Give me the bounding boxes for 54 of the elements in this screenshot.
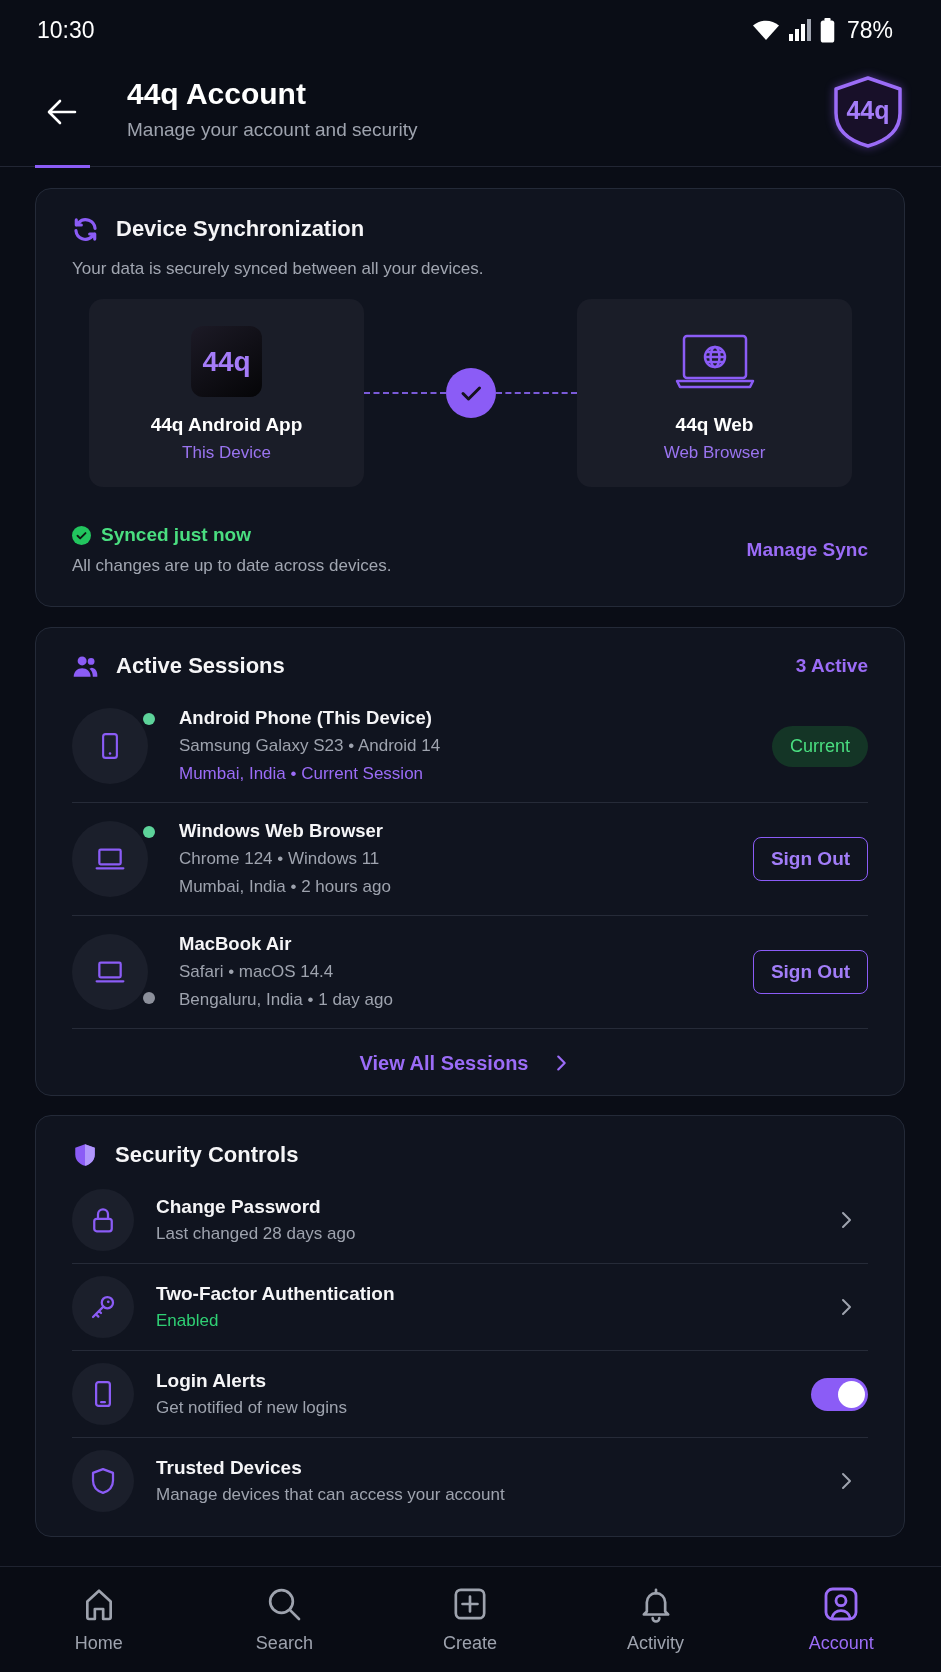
- card-title: Active Sessions: [116, 652, 285, 680]
- session-device: Safari • macOS 14.4: [179, 961, 335, 983]
- setting-detail: Manage devices that can access your account: [156, 1484, 505, 1506]
- setting-title: Login Alerts: [156, 1369, 268, 1393]
- laptop-globe-icon: [674, 333, 755, 390]
- sign-out-button[interactable]: Sign Out: [753, 837, 868, 881]
- page-title: 44q Account: [127, 76, 307, 112]
- nav-tab[interactable]: Account: [808, 1584, 874, 1654]
- setting-title: Two-Factor Authentication: [156, 1282, 395, 1306]
- device-name: 44q Web: [675, 413, 754, 437]
- setting-detail: Enabled: [156, 1310, 220, 1332]
- session-name: MacBook Air: [179, 932, 293, 956]
- nav-tab[interactable]: Activity: [627, 1584, 685, 1654]
- sync-icon: [72, 215, 99, 243]
- setting-detail: Get notified of new logins: [156, 1397, 347, 1419]
- manage-sync-link[interactable]: Manage Sync: [746, 537, 868, 563]
- signal-icon: [787, 18, 812, 42]
- setting-title: Trusted Devices: [156, 1456, 303, 1480]
- session-device: Samsung Galaxy S23 • Android 14: [179, 735, 441, 757]
- device-role: Web Browser: [663, 442, 766, 464]
- session-name: Windows Web Browser: [179, 819, 385, 843]
- app-logo: 44q: [191, 326, 262, 397]
- device-role: This Device: [182, 442, 271, 464]
- card-title: Device Synchronization: [116, 215, 365, 243]
- nav-tab[interactable]: Home: [74, 1584, 123, 1654]
- nav-tab[interactable]: Create: [442, 1584, 497, 1654]
- sync-detail: All changes are up to date across devices.: [72, 555, 392, 577]
- battery-percentage: 78%: [846, 16, 893, 44]
- session-location: Mumbai, India • 2 hours ago: [179, 876, 391, 898]
- session-name: Android Phone (This Device): [179, 706, 433, 730]
- sign-out-button[interactable]: Sign Out: [753, 950, 868, 994]
- session-location: Bengaluru, India • 1 day ago: [179, 989, 393, 1011]
- device-name: 44q Android App: [150, 413, 303, 437]
- battery-icon: [819, 17, 835, 43]
- status-time: 10:30: [37, 16, 95, 44]
- check-circle-icon: [72, 525, 91, 545]
- view-all-sessions-link[interactable]: View All Sessions: [359, 1049, 573, 1077]
- accent-underline: [35, 165, 90, 168]
- wifi-icon: [751, 19, 780, 41]
- active-count: 3 Active: [795, 654, 868, 678]
- session-device: Chrome 124 • Windows 11: [179, 848, 381, 870]
- shield-icon: [72, 1142, 98, 1168]
- toggle-switch[interactable]: [811, 1377, 868, 1411]
- setting-title: Change Password: [156, 1195, 322, 1219]
- check-circle-icon: [445, 368, 496, 418]
- card-description: Your data is securely synced between all your devices.: [72, 258, 485, 280]
- setting-detail: Last changed 28 days ago: [156, 1223, 356, 1245]
- current-badge: Current: [772, 725, 868, 767]
- page-subtitle: Manage your account and security: [127, 118, 418, 142]
- card-title: Security Controls: [115, 1141, 299, 1169]
- session-location: Mumbai, India • Current Session: [179, 763, 425, 785]
- shield-logo: 44q: [832, 75, 904, 149]
- nav-tab[interactable]: Search: [255, 1584, 313, 1654]
- sync-status: Synced just now: [101, 523, 251, 547]
